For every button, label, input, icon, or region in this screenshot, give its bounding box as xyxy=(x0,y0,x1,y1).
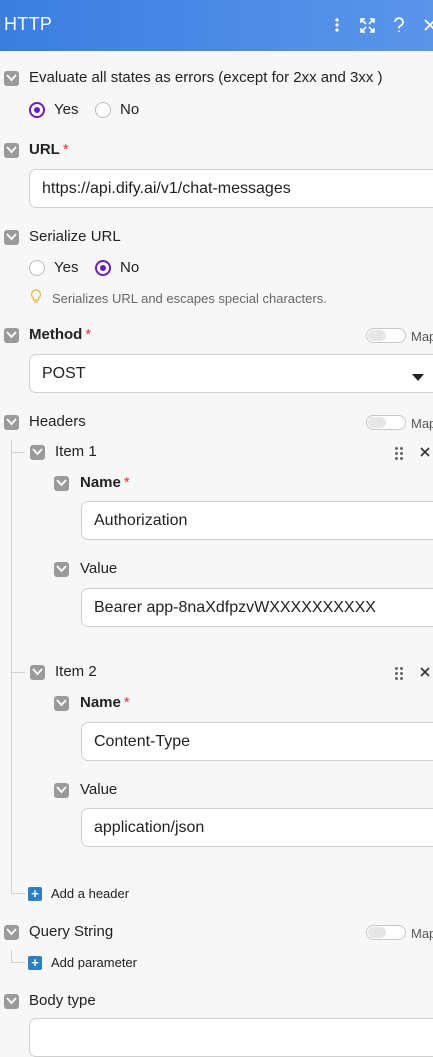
more-options-icon[interactable] xyxy=(330,14,344,36)
headers-label: Headers xyxy=(29,413,86,430)
item1-name-input[interactable]: Authorization xyxy=(81,501,433,540)
serialize-label: Serialize URL xyxy=(29,228,121,245)
method-map-toggle[interactable] xyxy=(366,328,406,343)
method-label: Method * xyxy=(29,326,92,343)
expand-icon[interactable] xyxy=(358,14,376,36)
serialize-hint: Serializes URL and escapes special chara… xyxy=(52,291,327,306)
item1-name-collapse-icon[interactable] xyxy=(54,476,69,491)
item1-name-label: Name * xyxy=(80,474,130,491)
help-icon[interactable] xyxy=(392,14,406,36)
serialize-yes-radio[interactable] xyxy=(29,260,45,276)
query-label: Query String xyxy=(29,923,114,940)
serialize-yes-label: Yes xyxy=(54,259,79,276)
close-icon[interactable] xyxy=(423,14,433,36)
item2-title: Item 2 xyxy=(55,663,97,680)
url-input[interactable]: https://api.dify.ai/v1/chat-messages xyxy=(29,169,433,208)
item2-name-label: Name * xyxy=(80,694,130,711)
tree-branch xyxy=(11,672,25,673)
panel-header: HTTP xyxy=(0,0,433,51)
serialize-collapse-icon[interactable] xyxy=(4,230,19,245)
tree-branch xyxy=(11,962,25,963)
remove-item2-icon[interactable] xyxy=(420,664,430,680)
add-parameter-icon[interactable]: + xyxy=(28,956,42,970)
query-map-label: Map xyxy=(411,926,433,941)
add-header-icon[interactable]: + xyxy=(28,887,42,901)
item2-value-label: Value xyxy=(80,781,118,798)
tree-branch xyxy=(11,893,25,894)
headers-map-toggle[interactable] xyxy=(366,415,406,430)
method-select[interactable]: POST xyxy=(29,354,433,393)
body-collapse-icon[interactable] xyxy=(4,994,19,1009)
item2-value-collapse-icon[interactable] xyxy=(54,783,69,798)
evaluate-no-label: No xyxy=(120,101,140,118)
item1-value-label: Value xyxy=(80,560,118,577)
add-parameter-button[interactable]: Add parameter xyxy=(51,955,137,970)
drag-handle-icon[interactable] xyxy=(395,447,403,460)
item1-title: Item 1 xyxy=(55,443,97,460)
method-select-value: POST xyxy=(42,364,86,382)
item1-collapse-icon[interactable] xyxy=(30,445,45,460)
body-type-label: Body type xyxy=(29,992,96,1009)
evaluate-no-radio[interactable] xyxy=(95,102,111,118)
drag-handle-icon[interactable] xyxy=(395,667,403,680)
serialize-no-label: No xyxy=(120,259,140,276)
lightbulb-icon xyxy=(30,289,42,309)
serialize-no-radio[interactable] xyxy=(95,260,111,276)
item1-value-input[interactable]: Bearer app-8naXdfpzvWXXXXXXXXXX xyxy=(81,588,433,627)
headers-tree-line xyxy=(11,440,12,893)
item1-value-collapse-icon[interactable] xyxy=(54,562,69,577)
headers-collapse-icon[interactable] xyxy=(4,415,19,430)
method-collapse-icon[interactable] xyxy=(4,328,19,343)
evaluate-yes-label: Yes xyxy=(54,101,79,118)
panel-title: HTTP xyxy=(4,14,53,34)
evaluate-label: Evaluate all states as errors (except fo… xyxy=(29,69,383,86)
evaluate-yes-radio[interactable] xyxy=(29,102,45,118)
url-collapse-icon[interactable] xyxy=(4,143,19,158)
item2-collapse-icon[interactable] xyxy=(30,665,45,680)
method-map-label: Map xyxy=(411,329,433,344)
add-header-button[interactable]: Add a header xyxy=(51,886,129,901)
query-map-toggle[interactable] xyxy=(366,925,406,940)
dropdown-caret-icon[interactable] xyxy=(412,369,424,387)
query-collapse-icon[interactable] xyxy=(4,925,19,940)
item2-name-collapse-icon[interactable] xyxy=(54,696,69,711)
headers-map-label: Map xyxy=(411,416,433,431)
item2-value-input[interactable]: application/json xyxy=(81,808,433,847)
tree-branch xyxy=(11,452,25,453)
item2-name-input[interactable]: Content-Type xyxy=(81,722,433,761)
remove-item1-icon[interactable] xyxy=(420,444,430,460)
evaluate-collapse-icon[interactable] xyxy=(4,71,19,86)
url-label: URL * xyxy=(29,141,69,158)
